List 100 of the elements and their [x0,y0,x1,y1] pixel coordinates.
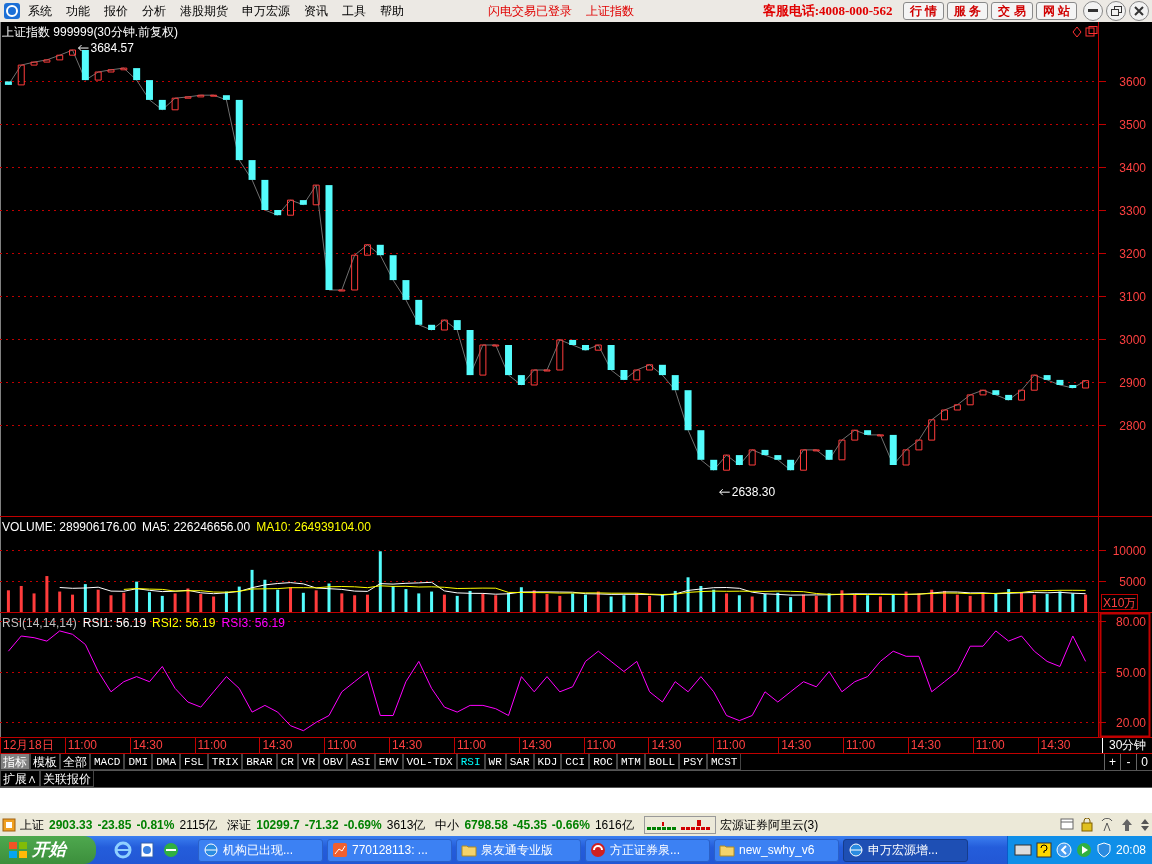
window-icon[interactable] [1060,817,1074,830]
volume-bar [481,593,485,612]
browser-icon[interactable] [114,841,132,859]
minimize-button[interactable] [1083,0,1103,21]
time-label: 14:30 [259,737,325,753]
clock: 20:08 [1115,842,1146,859]
time-label: 11:00 [324,737,390,753]
volume-bar [891,593,895,612]
menu-item[interactable]: 申万宏源 [235,1,297,20]
pin-icon[interactable] [1120,817,1134,832]
time-label: 14:30 [518,737,584,753]
volume-bar [1071,593,1075,612]
panel-controls-icon[interactable] [1072,25,1098,38]
volume-bar [994,593,998,612]
menu-item[interactable]: 港股期货 [173,1,235,20]
volume-bar [289,586,293,612]
volume-bar [404,588,408,612]
taskbar-button[interactable]: 方正证券泉... [585,838,710,862]
volume-bar [135,581,139,612]
menu-item[interactable]: 帮助 [373,1,411,20]
volume-bar [571,593,575,612]
volume-bar [648,595,652,612]
index-amount: 3613亿 [386,816,426,834]
volume-bar [519,586,523,612]
service-button[interactable]: 网 站 [1035,1,1077,20]
help-icon[interactable] [1035,842,1052,858]
index-value: 2903.33 [49,816,93,834]
menu-item[interactable]: 功能 [59,1,97,20]
indicator-legend: RSI2: 56.19 [152,613,216,632]
period-label[interactable]: 30分钟 [1102,737,1152,753]
volume-bar [635,593,639,612]
lock-icon[interactable] [1080,817,1094,832]
restore-button[interactable] [1106,0,1126,21]
axis-label: 3300 [1119,203,1146,218]
volume-bar [109,594,113,612]
volume-bar [199,593,203,612]
volume-bar [712,589,716,612]
shield-icon[interactable] [1095,842,1112,858]
zoom-button[interactable]: + [1104,753,1120,770]
globe-icon [203,842,219,858]
axis-label: 10000 [1112,543,1146,558]
menu-item[interactable]: 报价 [97,1,135,20]
index-name: 中小 [435,816,460,834]
task-label: 机构已出现... [223,842,293,859]
menu-item[interactable]: 资讯 [297,1,335,20]
zoom-button[interactable]: 0 [1136,753,1152,770]
service-button[interactable]: 服 务 [946,1,989,20]
menu-item[interactable]: 工具 [335,1,373,20]
volume-bar [314,590,318,612]
play-icon[interactable] [1075,842,1092,858]
taskbar-button[interactable]: new_swhy_v6 [714,838,839,862]
taskbar-button[interactable]: 泉友通专业版 [456,838,581,862]
index-percent: -0.66% [551,816,590,834]
restore-icon [1110,5,1122,16]
volume-bar [955,594,959,612]
service-button[interactable]: 交 易 [991,1,1033,20]
taskbar-button[interactable]: 机构已出现... [198,838,323,862]
globe-icon[interactable] [162,841,180,859]
status-notice: 闪电交易已登录 [487,2,573,20]
volume-bar [122,592,126,612]
index-change: -23.85 [97,816,132,834]
menu-item[interactable]: 分析 [135,1,173,20]
menu-item[interactable]: 系统 [21,1,59,20]
hotline-text: 客服电话:4008-000-562 [762,2,893,21]
volume-bar [1058,591,1062,612]
swirl-icon [590,842,606,858]
indicator-legend: RSI1: 56.19 [82,613,147,632]
axis-label: 3100 [1119,289,1146,304]
axis-label: 20.00 [1115,715,1146,730]
minimize-icon [1088,9,1098,13]
volume-bar [32,593,36,612]
antenna-icon[interactable] [1100,817,1114,832]
task-label: 770128113: ... [352,842,428,859]
close-button[interactable] [1129,0,1149,21]
volume-bar [147,591,151,612]
axis-label: 3000 [1119,332,1146,347]
volume-bar [340,593,344,612]
document-icon[interactable] [138,841,156,859]
quote-icon[interactable] [2,817,16,832]
volume-bar [827,593,831,612]
volume-bar [430,591,434,612]
volume-bar [494,594,498,612]
axis-label: 3600 [1119,74,1146,89]
windows-logo-icon [8,841,28,859]
scroll-arrows-icon[interactable] [1140,817,1150,832]
taskbar-button[interactable]: 770128113: ... [327,838,452,862]
service-button[interactable]: 行 情 [902,1,944,20]
volume-bar [1007,588,1011,612]
taskbar-button[interactable]: 申万宏源增... [843,838,968,862]
volume-bar [1032,594,1036,612]
annotation: 3684.57 [90,40,135,55]
axis-label: 3200 [1119,246,1146,261]
keyboard-icon[interactable] [1013,844,1032,856]
zoom-button[interactable]: - [1120,753,1136,770]
volume-bar [96,589,100,612]
time-label: 14:30 [907,737,973,753]
volume-bar [917,593,921,612]
volume-bar [442,594,446,612]
volume-bar [160,595,164,612]
volume-bar [750,596,754,612]
